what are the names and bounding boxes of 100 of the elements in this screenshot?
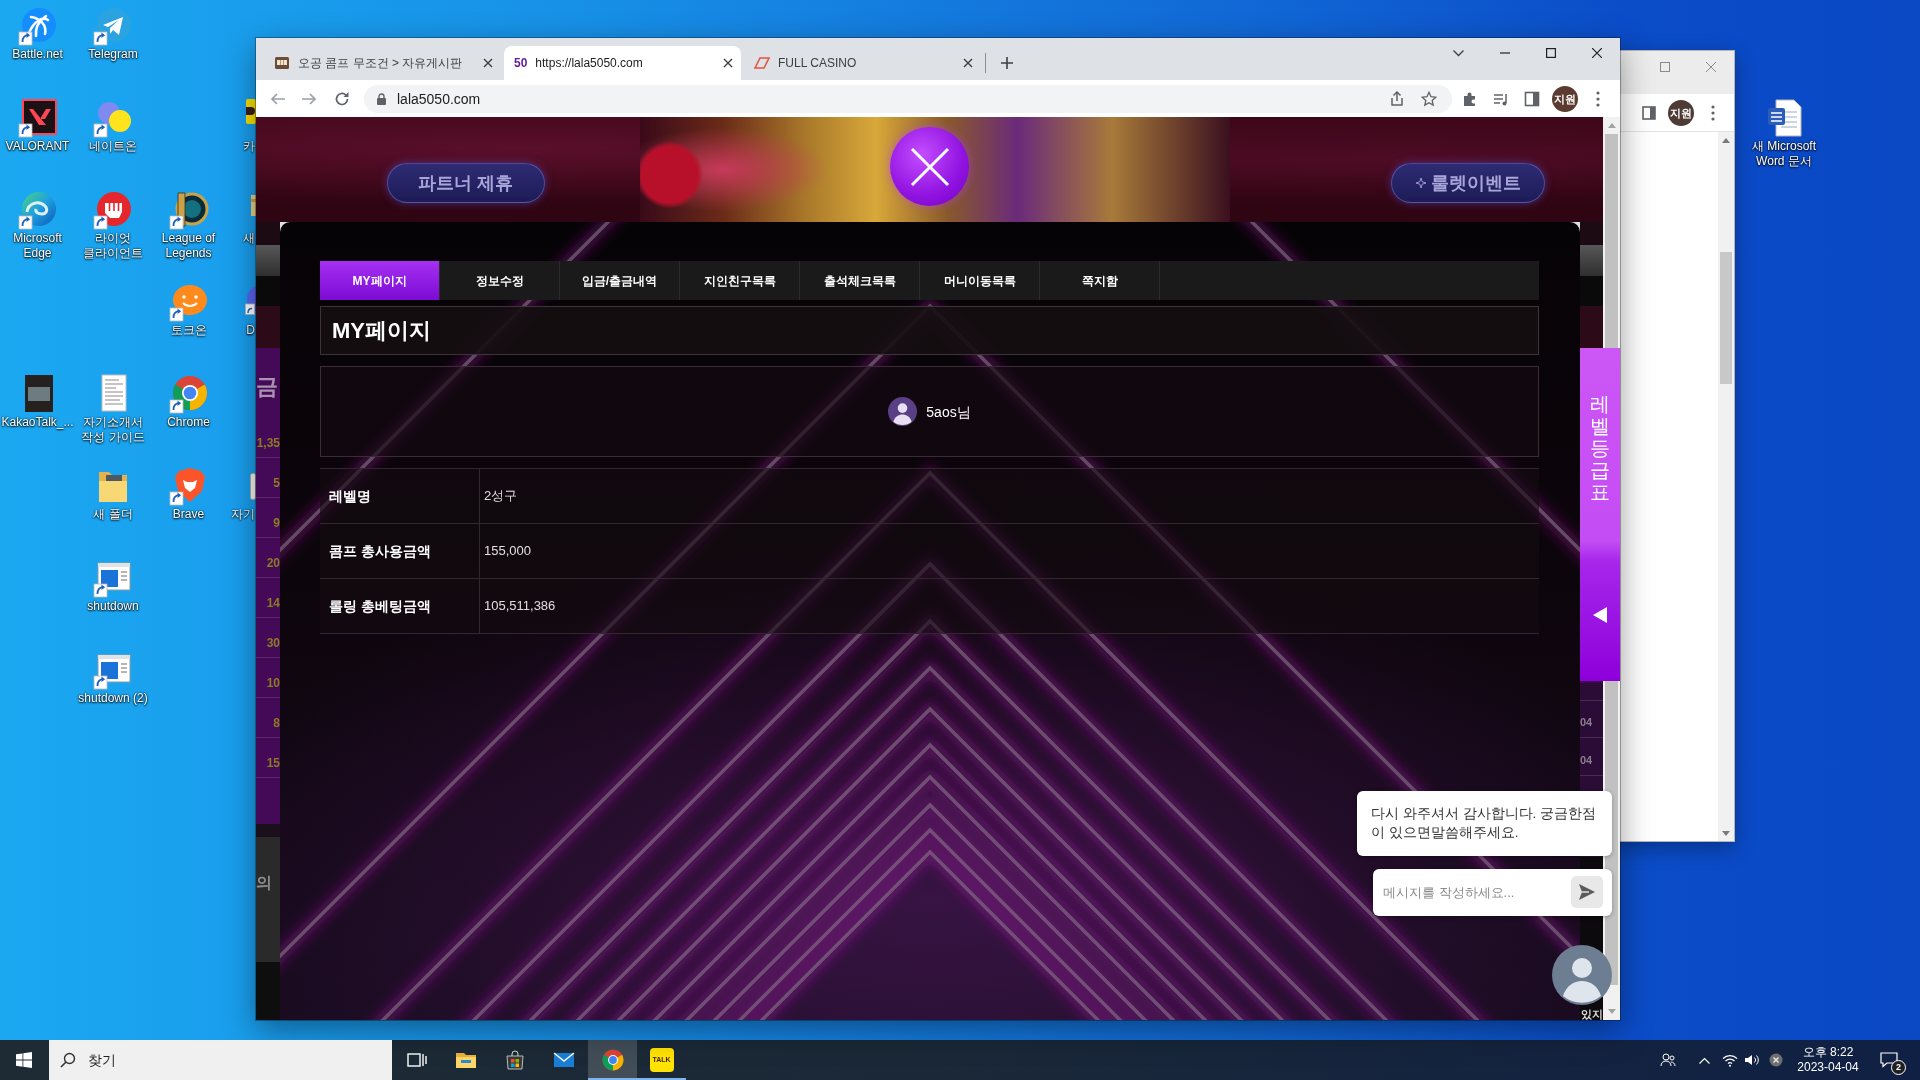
icon-label[interactable]: Microsoft Edge <box>0 231 76 261</box>
scrollbar-thumb[interactable] <box>1720 252 1732 384</box>
app-icon[interactable] <box>17 98 58 138</box>
icon-label[interactable]: Chrome <box>167 415 210 430</box>
icon-label[interactable]: 새 Microsoft Word 문서 <box>1746 139 1822 169</box>
chat-bubble: 다시 와주셔서 감사합니다. 궁금한점이 있으면말씀해주세요. <box>1357 791 1612 856</box>
taskbar-button[interactable] <box>588 1040 637 1080</box>
banner-button[interactable]: 파트너 제휴 <box>387 163 545 203</box>
icon-label[interactable]: KakaoTalk_... <box>1 415 74 430</box>
icon-label[interactable]: shutdown (2) <box>78 691 148 706</box>
banner-button[interactable]: 룰렛이벤트 <box>1391 163 1545 203</box>
reload-icon[interactable] <box>334 90 350 107</box>
tab-close-icon[interactable] <box>483 58 493 68</box>
icon-label[interactable]: 새 <box>243 231 255 246</box>
paper-plane-icon[interactable] <box>93 6 133 46</box>
icon-label[interactable]: Brave <box>172 507 205 522</box>
user-avatar <box>888 397 918 426</box>
icon-label[interactable]: 라이엇 클라이언트 <box>75 231 151 261</box>
folder-icon[interactable] <box>251 195 256 216</box>
background-page-text: 1,35 <box>256 436 280 450</box>
chevron-down-icon[interactable] <box>1452 49 1464 57</box>
maximize-icon[interactable] <box>1546 48 1556 58</box>
side-panel-icon[interactable] <box>1642 105 1656 120</box>
message-input[interactable]: 메시지를 작성하세요... <box>1373 869 1612 916</box>
clock-time[interactable]: 오후 8:22 <box>1802 1045 1854 1060</box>
new-tab-icon[interactable] <box>1001 57 1013 69</box>
icon-label[interactable]: 토크온 <box>170 323 207 338</box>
caret-left-icon <box>1593 607 1607 623</box>
page-tab[interactable]: 출석체크목록 <box>800 261 920 300</box>
search-field[interactable]: 찾기 <box>49 1040 392 1080</box>
icon-label[interactable]: League of Legends <box>150 231 227 261</box>
forward-icon[interactable] <box>301 90 317 107</box>
back-icon[interactable] <box>270 90 286 107</box>
app-icon[interactable] <box>168 190 209 230</box>
icon-label[interactable]: 새 폴더 <box>93 507 133 522</box>
row-label: 콤프 총사용금액 <box>320 524 480 578</box>
page-tab[interactable]: 정보수정 <box>440 261 560 300</box>
side-panel-icon[interactable] <box>1524 90 1540 107</box>
slot-machine-icon <box>274 55 290 71</box>
page-tab[interactable]: 지인친구목록 <box>680 261 800 300</box>
speaker-icon[interactable] <box>1744 1052 1760 1068</box>
row-label: 롤링 총베팅금액 <box>320 579 480 633</box>
page-tab[interactable]: MY페이지 <box>320 261 440 300</box>
people-icon[interactable] <box>1660 1052 1676 1068</box>
smiley-icon[interactable] <box>168 282 209 322</box>
fist-icon[interactable] <box>93 190 133 230</box>
profile-button[interactable]: 지원 <box>1552 85 1578 112</box>
address-bar[interactable]: lala5050.com <box>364 84 1452 113</box>
app-icon <box>600 1048 625 1072</box>
lock-icon <box>376 92 387 105</box>
tab-close-icon[interactable] <box>723 58 733 68</box>
icon-label[interactable]: Telegram <box>88 47 138 62</box>
menu-icon[interactable] <box>1711 104 1715 121</box>
background-page-text: 9 <box>273 516 280 530</box>
page-tab[interactable]: 쪽지함 <box>1040 261 1160 300</box>
icon-label[interactable]: 자기 <box>231 507 255 522</box>
chat-avatar[interactable] <box>1552 945 1612 1005</box>
circle-x-icon[interactable] <box>1769 1053 1783 1067</box>
app-icon[interactable] <box>246 99 256 124</box>
start-icon[interactable] <box>16 1052 32 1068</box>
user-name: 5aos님 <box>926 402 971 421</box>
icon-label[interactable]: VALORANT <box>5 139 70 154</box>
wifi-icon[interactable] <box>1722 1053 1738 1067</box>
background-page-text: 5 <box>273 476 280 490</box>
chevron-up-icon[interactable] <box>1698 1056 1710 1064</box>
share-icon[interactable] <box>1389 90 1405 107</box>
scrollbar-track[interactable] <box>1718 132 1734 841</box>
profile-button[interactable]: 지원 <box>1668 99 1694 126</box>
star-icon[interactable] <box>1421 90 1437 107</box>
puzzle-icon[interactable] <box>1462 90 1478 107</box>
icon-label[interactable]: Battle.net <box>12 47 63 62</box>
browser-tab[interactable]: 50 https://lala5050.com <box>504 46 741 80</box>
icon-label[interactable]: 자기소개서 작성 가이드 <box>75 415 151 445</box>
close-icon[interactable] <box>1592 48 1602 58</box>
icon-label[interactable]: D <box>246 323 255 338</box>
row-value: 105,511,386 <box>480 579 1539 633</box>
level-table-tab[interactable]: 레벨등급표 <box>1580 348 1620 681</box>
icon-label[interactable]: shutdown <box>87 599 139 614</box>
browser-tab[interactable]: 오공 콤프 무조건 > 자유게시판 <box>264 46 501 80</box>
logo-icon <box>754 55 770 71</box>
notification-icon[interactable] <box>1880 1052 1898 1068</box>
tab-close-icon[interactable] <box>963 58 973 68</box>
browser-tab[interactable]: FULL CASINO <box>744 46 981 80</box>
favicon: 50 <box>514 55 528 71</box>
background-page-text: 20 <box>266 556 280 570</box>
background-page-text: 30 <box>266 636 280 650</box>
background-page-text: 8 <box>273 716 280 730</box>
clock-date[interactable]: 2023-04-04 <box>1797 1060 1859 1075</box>
page-tab[interactable]: 입금/출금내역 <box>560 261 680 300</box>
page-title: MY페이지 <box>320 306 1539 355</box>
document-icon[interactable] <box>250 473 256 500</box>
icon-label[interactable]: 네이트온 <box>89 139 137 154</box>
menu-icon[interactable] <box>1596 90 1600 107</box>
scroll-up-icon[interactable] <box>1722 137 1730 143</box>
swirl-icon[interactable] <box>17 6 58 46</box>
icon-label[interactable]: 카 <box>243 139 255 154</box>
scroll-down-icon[interactable] <box>1722 830 1730 836</box>
send-button[interactable] <box>1571 876 1603 908</box>
task-view-icon[interactable] <box>406 1052 427 1068</box>
page-tab[interactable]: 머니이동목록 <box>920 261 1040 300</box>
